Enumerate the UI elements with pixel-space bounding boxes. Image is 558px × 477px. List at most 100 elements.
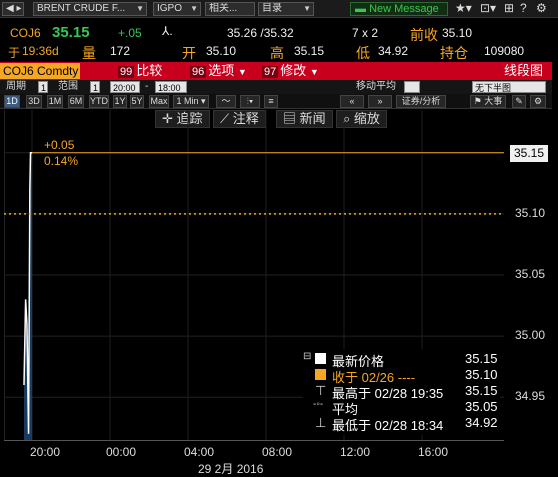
top-toolbar: ◀ ▸ BRENT CRUDE F... ▼ IGPO ▼ 相关... 目录 ▼… [0, 0, 558, 18]
legend-row-avg: -◦- 平均 35.05 [303, 399, 500, 417]
volume-label: 量 [82, 45, 96, 61]
low-label: 低 [356, 45, 370, 61]
date-label: 29 2月 2016 [198, 462, 264, 476]
message-icon: ▬ [355, 3, 366, 15]
bar-chart-icon[interactable]: ⫶▾ [240, 95, 260, 108]
chevron-down-icon: ▼ [190, 4, 198, 13]
open-label: 开 [182, 45, 196, 61]
range-ytd-button[interactable]: YTD [89, 95, 109, 108]
events-button[interactable]: ⚑ 大事 [470, 95, 506, 108]
range-6m-button[interactable]: 6M [68, 95, 84, 108]
scroll-left-icon[interactable]: « [340, 95, 364, 108]
new-message-button[interactable]: ▬ New Message [350, 2, 448, 16]
x-tick-label: 20:00 [30, 445, 61, 459]
period-label: 周期 [6, 81, 26, 92]
gear-icon[interactable]: ⚙ [530, 95, 546, 108]
bid-ask-size: 7 x 2 [352, 26, 379, 40]
options-number: 96 [190, 66, 207, 78]
legend-label-low: 最低于 02/28 18:34 [332, 418, 444, 433]
period-input[interactable]: 1 [38, 81, 48, 93]
interval-select[interactable]: 1 Min ▾ [173, 95, 209, 108]
star-icon[interactable]: ★▾ [455, 1, 472, 15]
open-interest-label: 持仓 [440, 45, 468, 61]
moving-average-label: 移动平均 [356, 81, 396, 92]
ticker: COJ6 [10, 26, 41, 40]
low-marker-icon: ⊥ [315, 415, 327, 430]
menu-label: 目录 [262, 3, 282, 14]
options-button[interactable]: 96 选项 ▼ [190, 62, 247, 80]
security-field[interactable]: COJ6 Comdty [0, 63, 80, 79]
layout-icon[interactable]: ⊞ [504, 1, 514, 15]
new-message-label: New Message [369, 3, 439, 15]
start-time-input[interactable]: 20:00 [110, 81, 140, 93]
last-time: 19:36d [22, 44, 59, 58]
end-time-input[interactable]: 18:00 [155, 81, 187, 93]
legend-value-avg: 35.05 [465, 399, 498, 414]
prev-close-label: 前收 [410, 27, 438, 43]
bid-ask: 35.26 /35.32 [227, 26, 294, 40]
compare-label: 比较 [136, 63, 163, 78]
range-toolbar: 1D 3D 1M 6M YTD 1Y 5Y Max 1 Min ▾ 〜 ⫶▾ ≡… [0, 94, 552, 109]
pct-annotation: 0.14% [44, 154, 79, 168]
range-1d-button[interactable]: 1D [4, 95, 20, 108]
range-input[interactable]: 1 [90, 81, 100, 93]
range-label: 范围 [58, 81, 78, 92]
y-tick-label: 34.95 [515, 389, 546, 404]
x-tick-label: 04:00 [184, 445, 215, 459]
window-icon[interactable]: ⊡▾ [480, 1, 496, 15]
legend-row-high: ⊤ 最高于 02/28 19:35 35.15 [303, 383, 500, 401]
legend-row-low: ⊥ 最低于 02/28 18:34 34.92 [303, 415, 500, 433]
ma-select[interactable] [404, 81, 420, 93]
back-button[interactable]: ◀ ▸ [2, 2, 24, 16]
compare-button[interactable]: 99 比较 [118, 62, 162, 80]
change-annotation: +0.05 [44, 138, 75, 152]
range-max-button[interactable]: Max [149, 95, 169, 108]
high-value: 35.15 [294, 44, 325, 58]
average-marker-icon: -◦- [313, 399, 324, 410]
x-tick-label: 16:00 [418, 445, 449, 459]
range-dash: - [145, 81, 149, 92]
range-3d-button[interactable]: 3D [26, 95, 42, 108]
related-dropdown[interactable]: 相关... [205, 2, 255, 16]
lower-chart-select[interactable]: 无下半图 [472, 81, 546, 93]
securities-analysis-button[interactable]: 证券/分析 [396, 95, 446, 108]
price-change: +.05 [118, 26, 142, 40]
x-tick-label: 08:00 [262, 445, 293, 459]
legend-value-close: 35.10 [465, 367, 498, 382]
source-dropdown[interactable]: IGPO ▼ [153, 2, 201, 16]
chevron-down-icon: ▼ [303, 4, 311, 13]
table-icon[interactable]: ≡ [264, 95, 278, 108]
scroll-right-icon[interactable]: » [368, 95, 392, 108]
security-dropdown[interactable]: BRENT CRUDE F... ▼ [33, 2, 147, 16]
x-tick-label: 12:00 [340, 445, 371, 459]
line-chart-icon[interactable]: 〜 [216, 95, 236, 108]
low-value: 34.92 [378, 44, 409, 58]
y-tick-label: 35.00 [515, 328, 546, 343]
range-1m-button[interactable]: 1M [47, 95, 63, 108]
help-icon[interactable]: ? [520, 1, 527, 15]
x-axis: 20:00 00:00 04:00 08:00 12:00 16:00 29 2… [4, 440, 504, 477]
edit-number: 97 [262, 66, 279, 78]
range-1y-button[interactable]: 1Y [113, 95, 127, 108]
volume-value: 172 [110, 44, 131, 58]
menu-dropdown[interactable]: 目录 ▼ [258, 2, 314, 16]
period-row: 周期 1 范围 1 20:00 - 18:00 移动平均 无下半图 [0, 80, 552, 94]
chart-type-title: 线段图 [504, 63, 544, 78]
edit-button[interactable]: 97 修改 ▼ [262, 62, 319, 80]
events-label: 大事 [484, 96, 503, 106]
open-value: 35.10 [206, 44, 237, 58]
edit-icon[interactable]: ✎ [512, 95, 526, 108]
prev-close-value: 35.10 [442, 26, 473, 40]
function-bar: COJ6 Comdty 99 比较 96 选项 ▼ 97 修改 ▼ 线段图 [0, 62, 552, 80]
settings-icon[interactable]: ⚙ [536, 1, 547, 15]
y-tick-label: 35.10 [515, 205, 546, 220]
chevron-down-icon: ▼ [309, 67, 319, 77]
open-interest-value: 109080 [484, 44, 525, 58]
range-5y-button[interactable]: 5Y [130, 95, 144, 108]
legend-swatch-last [315, 353, 326, 364]
lower-chart-label: 无下半图 [475, 83, 512, 93]
high-marker-icon: ⊤ [315, 383, 327, 398]
legend-row-close: 收于 02/26 ---- 35.10 [303, 367, 500, 385]
collapse-icon[interactable]: ⊟ [303, 351, 311, 362]
x-tick-label: 00:00 [106, 445, 137, 459]
